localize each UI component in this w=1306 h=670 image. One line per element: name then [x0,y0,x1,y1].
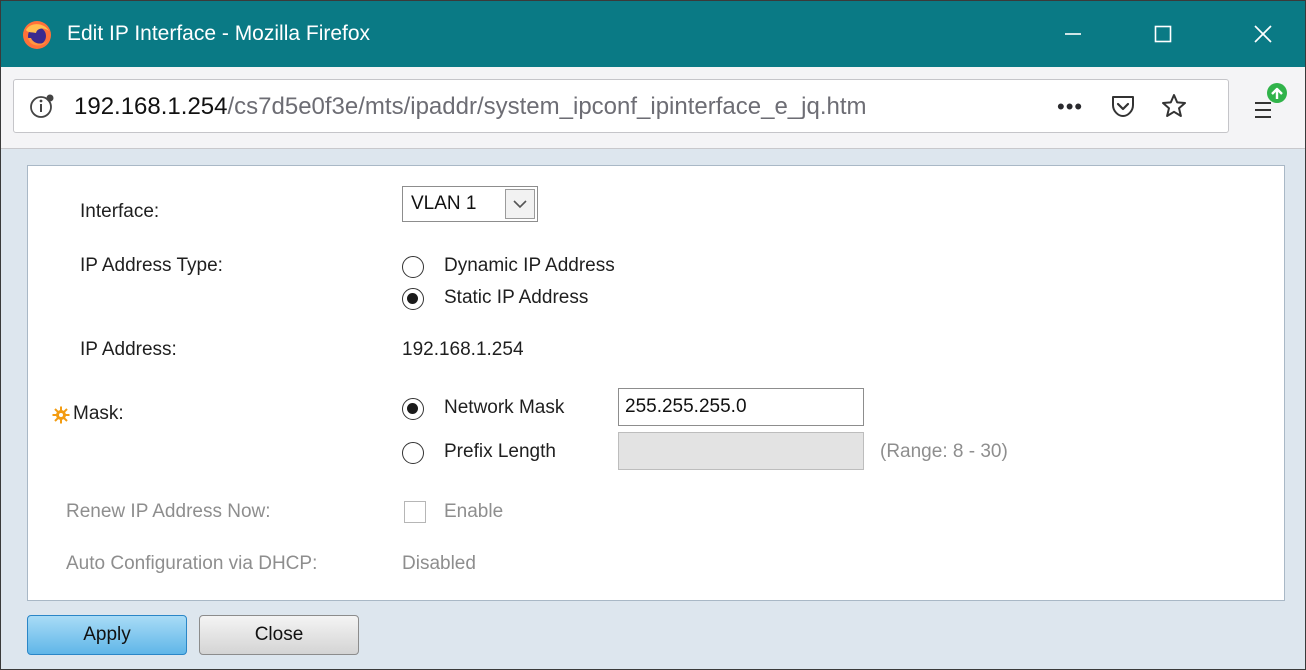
static-ip-radio[interactable] [402,288,424,310]
apply-button[interactable]: Apply [27,615,187,655]
dynamic-ip-radio[interactable] [402,256,424,278]
interface-label: Interface: [80,201,160,222]
renew-enable-checkbox[interactable] [404,501,426,523]
site-info-icon[interactable] [28,92,56,120]
dialog-content: Interface: VLAN 1 IP Address Type: Dynam… [1,149,1305,669]
mask-label: Mask: [73,403,124,424]
network-mask-input[interactable] [618,388,864,426]
pocket-icon[interactable] [1110,93,1136,119]
url-bar[interactable]: 192.168.1.254/cs7d5e0f3e/mts/ipaddr/syst… [13,79,1229,133]
ip-address-type-label: IP Address Type: [80,255,223,276]
firefox-logo-icon [23,21,51,49]
renew-ip-label: Renew IP Address Now: [66,501,271,522]
window-title: Edit IP Interface - Mozilla Firefox [67,22,371,45]
url-path: /cs7d5e0f3e/mts/ipaddr/system_ipconf_ipi… [227,93,867,120]
renew-enable-label: Enable [444,501,504,522]
chevron-down-icon[interactable] [505,189,535,219]
ip-address-label: IP Address: [80,339,177,360]
close-button[interactable]: Close [199,615,359,655]
prefix-length-input[interactable] [618,432,864,470]
close-window-button[interactable] [1231,1,1295,67]
prefix-length-label[interactable]: Prefix Length [444,440,556,464]
browser-window: Edit IP Interface - Mozilla Firefox 192.… [0,0,1306,670]
required-gear-icon [52,406,70,424]
ip-address-value: 192.168.1.254 [402,339,524,360]
nav-bar: 192.168.1.254/cs7d5e0f3e/mts/ipaddr/syst… [1,67,1305,149]
url-text[interactable]: 192.168.1.254/cs7d5e0f3e/mts/ipaddr/syst… [74,93,867,121]
network-mask-radio[interactable] [402,398,424,420]
dynamic-ip-label[interactable]: Dynamic IP Address [444,254,615,278]
prefix-length-radio[interactable] [402,442,424,464]
form-panel: Interface: VLAN 1 IP Address Type: Dynam… [27,165,1285,601]
interface-selected-value: VLAN 1 [411,193,477,214]
prefix-range-hint: (Range: 8 - 30) [880,441,1008,462]
auto-config-value: Disabled [402,553,476,574]
close-icon [1254,25,1272,43]
page-actions-icon[interactable]: ••• [1057,94,1083,120]
auto-config-label: Auto Configuration via DHCP: [66,553,318,574]
network-mask-field[interactable] [619,389,863,425]
url-host: 192.168.1.254 [74,93,228,120]
static-ip-label[interactable]: Static IP Address [444,286,588,310]
network-mask-label[interactable]: Network Mask [444,396,564,420]
interface-select[interactable]: VLAN 1 [402,186,538,222]
menu-update-icon[interactable] [1249,81,1293,129]
maximize-icon [1154,25,1172,43]
minimize-icon [1065,33,1081,35]
prefix-length-field[interactable] [619,433,863,469]
title-bar: Edit IP Interface - Mozilla Firefox [1,1,1305,67]
bookmark-star-icon[interactable] [1160,92,1188,120]
minimize-button[interactable] [1041,1,1105,67]
maximize-button[interactable] [1131,1,1195,67]
